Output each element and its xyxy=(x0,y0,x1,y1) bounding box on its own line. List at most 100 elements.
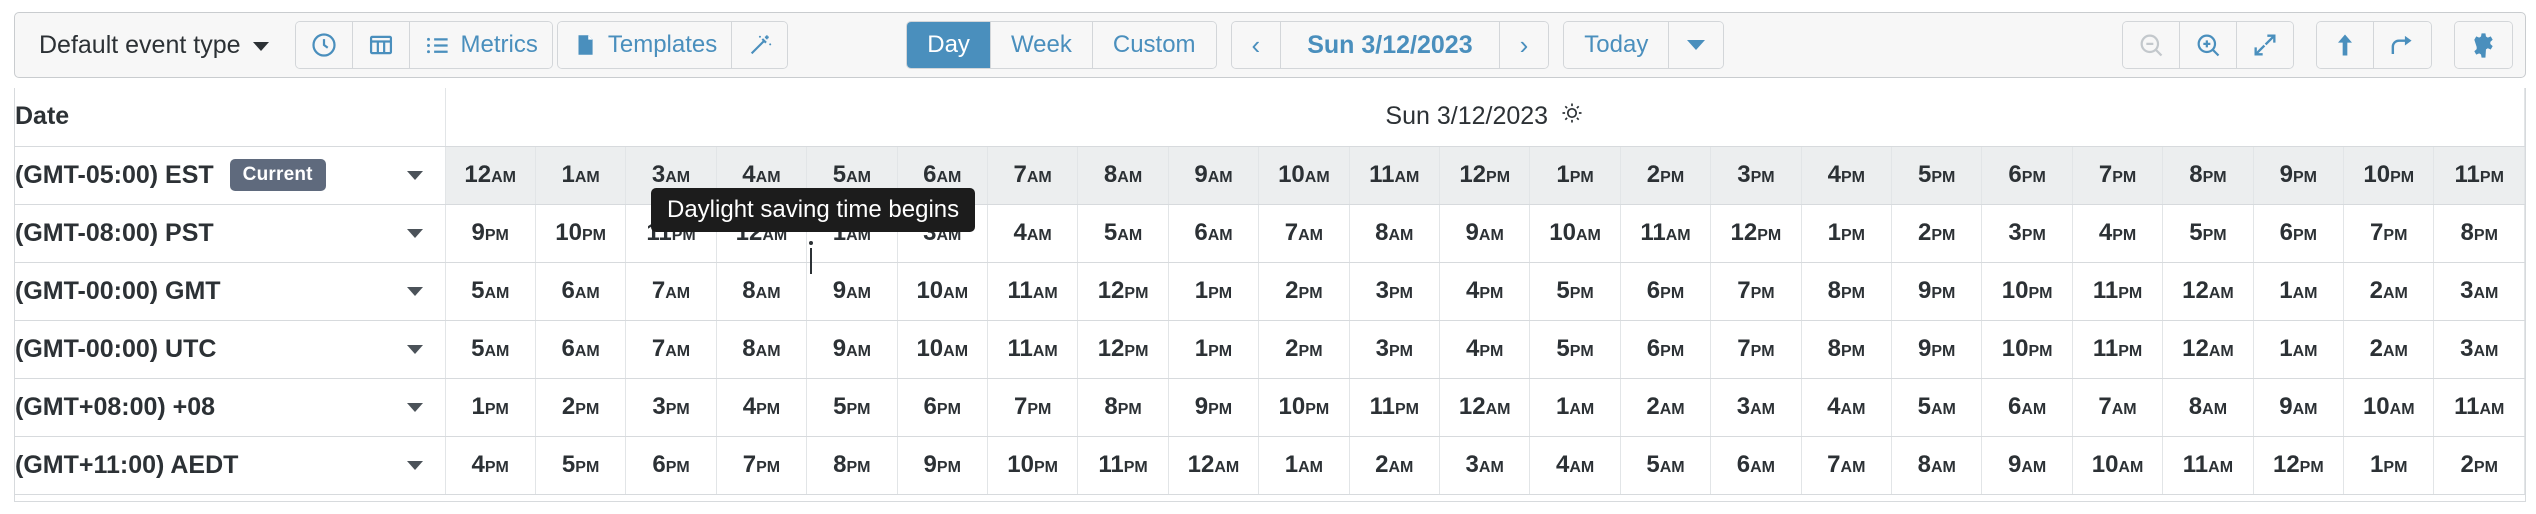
hour-cell[interactable]: 3PM xyxy=(625,378,717,437)
hour-cell[interactable]: 9AM xyxy=(2253,378,2345,437)
hour-cell[interactable]: 5PM xyxy=(1529,320,1621,379)
hour-cell[interactable]: 3PM xyxy=(1710,146,1802,205)
hour-cell[interactable]: 8PM xyxy=(1801,320,1893,379)
hour-cell[interactable]: 2AM xyxy=(2343,320,2435,379)
zoom-in-button[interactable] xyxy=(2180,22,2237,68)
chevron-down-icon[interactable] xyxy=(406,344,423,354)
hour-cell[interactable]: 9AM xyxy=(1439,204,1531,263)
magic-wand-button[interactable] xyxy=(732,22,788,68)
hour-cell[interactable]: 8AM xyxy=(716,262,808,321)
hour-cell[interactable]: 2AM xyxy=(1620,378,1712,437)
hour-cell[interactable]: 10AM xyxy=(897,320,988,379)
hour-cell[interactable]: 10AM xyxy=(1258,146,1350,205)
hour-cell[interactable]: 1PM xyxy=(2343,436,2435,495)
chevron-down-icon[interactable] xyxy=(406,286,423,296)
expand-button[interactable] xyxy=(2237,22,2293,68)
hour-cell[interactable]: 6PM xyxy=(897,378,988,437)
hour-cell[interactable]: 2PM xyxy=(1258,320,1350,379)
hour-cell[interactable]: 9PM xyxy=(1168,378,1260,437)
hour-cell[interactable]: 9PM xyxy=(2253,146,2345,205)
hour-cell[interactable]: 5AM xyxy=(445,320,536,379)
hour-cell[interactable]: 11AM xyxy=(987,320,1079,379)
templates-button[interactable]: Templates xyxy=(557,22,733,68)
hour-cell[interactable]: 7PM xyxy=(2072,146,2164,205)
today-dropdown-button[interactable] xyxy=(1669,22,1724,68)
hour-cell[interactable]: 6AM xyxy=(535,320,627,379)
settings-button[interactable] xyxy=(2455,22,2512,68)
hour-cell[interactable]: 12AM xyxy=(1439,378,1531,437)
hour-cell[interactable]: 7PM xyxy=(716,436,808,495)
hour-cell[interactable]: 6PM xyxy=(1620,320,1712,379)
hour-cell[interactable]: 7PM xyxy=(1710,262,1802,321)
hour-cell[interactable]: 10PM xyxy=(535,204,627,263)
hour-cell[interactable]: 7AM xyxy=(2072,378,2164,437)
hour-cell[interactable]: 9PM xyxy=(1891,262,1983,321)
previous-day-button[interactable]: ‹ xyxy=(1231,22,1282,68)
hour-cell[interactable]: 1AM xyxy=(2253,262,2345,321)
hour-cell[interactable]: 12PM xyxy=(1710,204,1802,263)
hour-cell[interactable]: 8AM xyxy=(2162,378,2254,437)
hour-cell[interactable]: 3AM xyxy=(2433,320,2525,379)
hour-cell[interactable]: 12AM xyxy=(2162,262,2254,321)
hour-cell[interactable]: 11AM xyxy=(1620,204,1712,263)
hour-cell[interactable]: 10AM xyxy=(2343,378,2435,437)
hour-cell[interactable]: 5AM xyxy=(445,262,536,321)
hour-cell[interactable]: 1AM xyxy=(1529,378,1621,437)
hour-cell[interactable]: 4AM xyxy=(987,204,1079,263)
hour-cell[interactable]: 6PM xyxy=(625,436,717,495)
zoom-out-button[interactable] xyxy=(2123,22,2180,68)
hour-cell[interactable]: 6AM xyxy=(1710,436,1802,495)
hour-cell[interactable]: 4PM xyxy=(1801,146,1893,205)
hour-cell[interactable]: 8AM xyxy=(1891,436,1983,495)
chevron-down-icon[interactable] xyxy=(406,228,423,238)
hour-cell[interactable]: 11PM xyxy=(2072,262,2164,321)
hour-cell[interactable]: 10PM xyxy=(1258,378,1350,437)
hour-cell[interactable]: 8AM xyxy=(1077,146,1169,205)
hour-cell[interactable]: 5PM xyxy=(535,436,627,495)
hour-cell[interactable]: 5PM xyxy=(1529,262,1621,321)
hour-cell[interactable]: 2PM xyxy=(2433,436,2525,495)
view-mode-custom[interactable]: Custom xyxy=(1092,22,1216,68)
hour-cell[interactable]: 12AM xyxy=(2162,320,2254,379)
hour-cell[interactable]: 5PM xyxy=(2162,204,2254,263)
current-date-label[interactable]: Sun 3/12/2023 xyxy=(1281,22,1500,68)
hour-cell[interactable]: 9AM xyxy=(1168,146,1260,205)
hour-cell[interactable]: 11AM xyxy=(1349,146,1440,205)
hour-cell[interactable]: 2AM xyxy=(1349,436,1440,495)
share-button[interactable] xyxy=(2374,22,2431,68)
hour-cell[interactable]: 10AM xyxy=(1529,204,1621,263)
hour-cell[interactable]: 8AM xyxy=(716,320,808,379)
hour-cell[interactable]: 10PM xyxy=(2343,146,2435,205)
hour-cell[interactable]: 3AM xyxy=(1439,436,1531,495)
hour-cell[interactable]: 5AM xyxy=(1891,378,1983,437)
hour-cell[interactable]: 10AM xyxy=(897,262,988,321)
hour-cell[interactable]: 9AM xyxy=(806,320,898,379)
hour-cell[interactable]: 3PM xyxy=(1349,262,1440,321)
hour-cell[interactable]: 2PM xyxy=(535,378,627,437)
hour-cell[interactable]: 1PM xyxy=(1168,262,1260,321)
hour-cell[interactable]: 6AM xyxy=(1168,204,1260,263)
hour-cell[interactable]: 1PM xyxy=(1168,320,1260,379)
hour-cell[interactable]: 2PM xyxy=(1620,146,1712,205)
hour-cell[interactable]: 7PM xyxy=(987,378,1079,437)
hour-cell[interactable]: 9PM xyxy=(1891,320,1983,379)
today-button[interactable]: Today xyxy=(1564,22,1670,68)
hour-cell[interactable]: 9PM xyxy=(445,204,536,263)
hour-cell[interactable]: 8PM xyxy=(2162,146,2254,205)
hour-cell[interactable]: 11AM xyxy=(2162,436,2254,495)
upload-button[interactable] xyxy=(2317,22,2374,68)
hour-cell[interactable]: 11AM xyxy=(987,262,1079,321)
hour-cell[interactable]: 5PM xyxy=(806,378,898,437)
hour-cell[interactable]: 10PM xyxy=(1981,320,2073,379)
hour-cell[interactable]: 4PM xyxy=(445,436,536,495)
hour-cell[interactable]: 4PM xyxy=(1439,262,1531,321)
hour-cell[interactable]: 2AM xyxy=(2343,262,2435,321)
hour-cell[interactable]: 2PM xyxy=(1258,262,1350,321)
hour-cell[interactable]: 9AM xyxy=(806,262,898,321)
hour-cell[interactable]: 12AM xyxy=(1168,436,1260,495)
hour-cell[interactable]: 12PM xyxy=(1077,262,1169,321)
hour-cell[interactable]: 4AM xyxy=(1801,378,1893,437)
hour-cell[interactable]: 6AM xyxy=(1981,378,2073,437)
hour-cell[interactable]: 7AM xyxy=(1258,204,1350,263)
hour-cell[interactable]: 11PM xyxy=(2433,146,2525,205)
